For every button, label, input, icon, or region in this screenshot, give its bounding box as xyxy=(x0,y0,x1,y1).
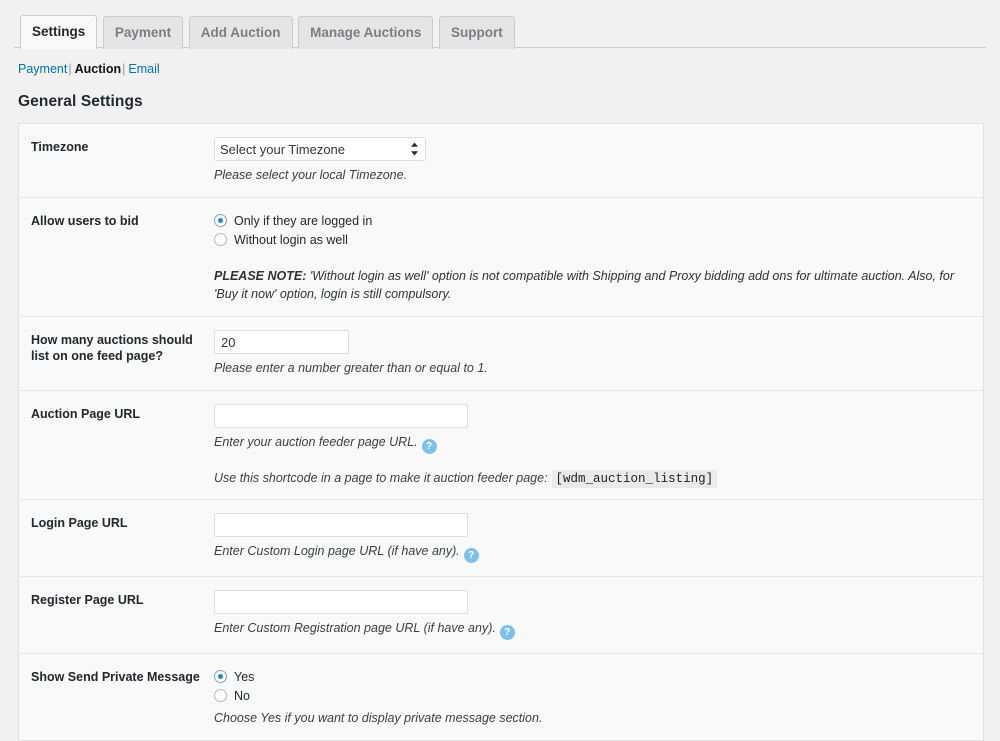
page-title: General Settings xyxy=(18,93,143,110)
radio-option-logged-in[interactable]: Only if they are logged in xyxy=(214,211,969,230)
setting-row-feed-count: How many auctions should list on one fee… xyxy=(19,317,983,391)
tab-manage-auctions[interactable]: Manage Auctions xyxy=(298,16,434,49)
login-page-url-label: Login Page URL xyxy=(31,516,128,530)
allow-bid-note-strong: PLEASE NOTE: xyxy=(214,269,307,283)
subnav: Payment| Auction| Email xyxy=(0,48,1000,77)
tab-payment[interactable]: Payment xyxy=(102,16,184,49)
timezone-field: Select your Timezone Please select your … xyxy=(214,124,983,197)
auction-shortcode-value: [wdm_auction_listing] xyxy=(551,470,718,488)
auction-page-url-field: Enter your auction feeder page URL.? Use… xyxy=(214,391,983,499)
help-icon[interactable]: ? xyxy=(499,625,515,640)
tab-add-auction[interactable]: Add Auction xyxy=(188,16,293,49)
timezone-select-wrap: Select your Timezone xyxy=(214,137,426,161)
auction-page-url-input[interactable] xyxy=(214,404,468,428)
radio-label-yes: Yes xyxy=(234,669,255,684)
radio-button-no[interactable] xyxy=(214,689,227,702)
tab-support[interactable]: Support xyxy=(439,16,515,49)
auction-page-url-description-line: Enter your auction feeder page URL.? xyxy=(214,434,969,454)
allow-bid-note: PLEASE NOTE: 'Without login as well' opt… xyxy=(214,267,969,303)
radio-label-no: No xyxy=(234,688,250,703)
private-message-field: Yes No Choose Yes if you want to display… xyxy=(214,654,983,740)
timezone-label: Timezone xyxy=(31,140,89,154)
allow-bid-field: Only if they are logged in Without login… xyxy=(214,198,983,316)
private-message-label: Show Send Private Message xyxy=(31,670,200,684)
register-page-url-label: Register Page URL xyxy=(31,593,144,607)
register-page-url-description-line: Enter Custom Registration page URL (if h… xyxy=(214,620,969,640)
allow-bid-radio-group: Only if they are logged in Without login… xyxy=(214,211,969,249)
setting-row-private-message: Show Send Private Message Yes No Choose … xyxy=(19,654,983,740)
auction-shortcode-line: Use this shortcode in a page to make it … xyxy=(214,470,969,488)
tab-settings[interactable]: Settings xyxy=(20,15,98,49)
feed-count-label: How many auctions should list on one fee… xyxy=(31,333,193,363)
timezone-description: Please select your local Timezone. xyxy=(214,168,408,182)
login-page-url-input[interactable] xyxy=(214,513,468,537)
subnav-link-email[interactable]: Email xyxy=(128,62,159,76)
allow-bid-label: Allow users to bid xyxy=(31,214,139,228)
help-icon[interactable]: ? xyxy=(421,439,437,454)
radio-button-logged-in[interactable] xyxy=(214,214,227,227)
radio-option-yes[interactable]: Yes xyxy=(214,667,969,686)
subnav-link-payment[interactable]: Payment xyxy=(18,62,67,76)
setting-row-register-page-url: Register Page URL Enter Custom Registrat… xyxy=(19,577,983,654)
login-page-url-description-line: Enter Custom Login page URL (if have any… xyxy=(214,543,969,563)
radio-button-without-login[interactable] xyxy=(214,233,227,246)
register-page-url-field: Enter Custom Registration page URL (if h… xyxy=(214,577,983,653)
setting-row-login-page-url: Login Page URL Enter Custom Login page U… xyxy=(19,500,983,577)
setting-row-auction-page-url: Auction Page URL Enter your auction feed… xyxy=(19,391,983,500)
help-icon[interactable]: ? xyxy=(463,548,479,563)
subnav-separator-1: | xyxy=(68,62,72,76)
radio-option-no[interactable]: No xyxy=(214,686,969,705)
setting-row-allow-users-to-bid: Allow users to bid Only if they are logg… xyxy=(19,198,983,317)
radio-label-logged-in: Only if they are logged in xyxy=(234,213,373,228)
feed-count-input[interactable] xyxy=(214,330,349,354)
private-message-radio-group: Yes No xyxy=(214,667,969,705)
radio-label-without-login: Without login as well xyxy=(234,232,348,247)
radio-button-yes[interactable] xyxy=(214,670,227,683)
radio-option-without-login[interactable]: Without login as well xyxy=(214,230,969,249)
allow-bid-note-text: 'Without login as well' option is not co… xyxy=(214,269,954,301)
login-page-url-field: Enter Custom Login page URL (if have any… xyxy=(214,500,983,576)
timezone-select[interactable]: Select your Timezone xyxy=(214,137,426,161)
login-page-url-description: Enter Custom Login page URL (if have any… xyxy=(214,544,460,558)
private-message-description: Choose Yes if you want to display privat… xyxy=(214,711,543,725)
tab-bar: Settings Payment Add Auction Manage Auct… xyxy=(0,15,1000,49)
setting-row-timezone: Timezone Select your Timezone Please sel… xyxy=(19,124,983,198)
feed-count-description: Please enter a number greater than or eq… xyxy=(214,361,488,375)
auction-shortcode-text: Use this shortcode in a page to make it … xyxy=(214,471,548,485)
register-page-url-input[interactable] xyxy=(214,590,468,614)
auction-page-url-label: Auction Page URL xyxy=(31,407,141,421)
subnav-link-auction[interactable]: Auction xyxy=(75,62,122,76)
general-settings-panel: Timezone Select your Timezone Please sel… xyxy=(18,123,984,741)
feed-count-field: Please enter a number greater than or eq… xyxy=(214,317,983,390)
register-page-url-description: Enter Custom Registration page URL (if h… xyxy=(214,621,496,635)
auction-page-url-description: Enter your auction feeder page URL. xyxy=(214,435,418,449)
